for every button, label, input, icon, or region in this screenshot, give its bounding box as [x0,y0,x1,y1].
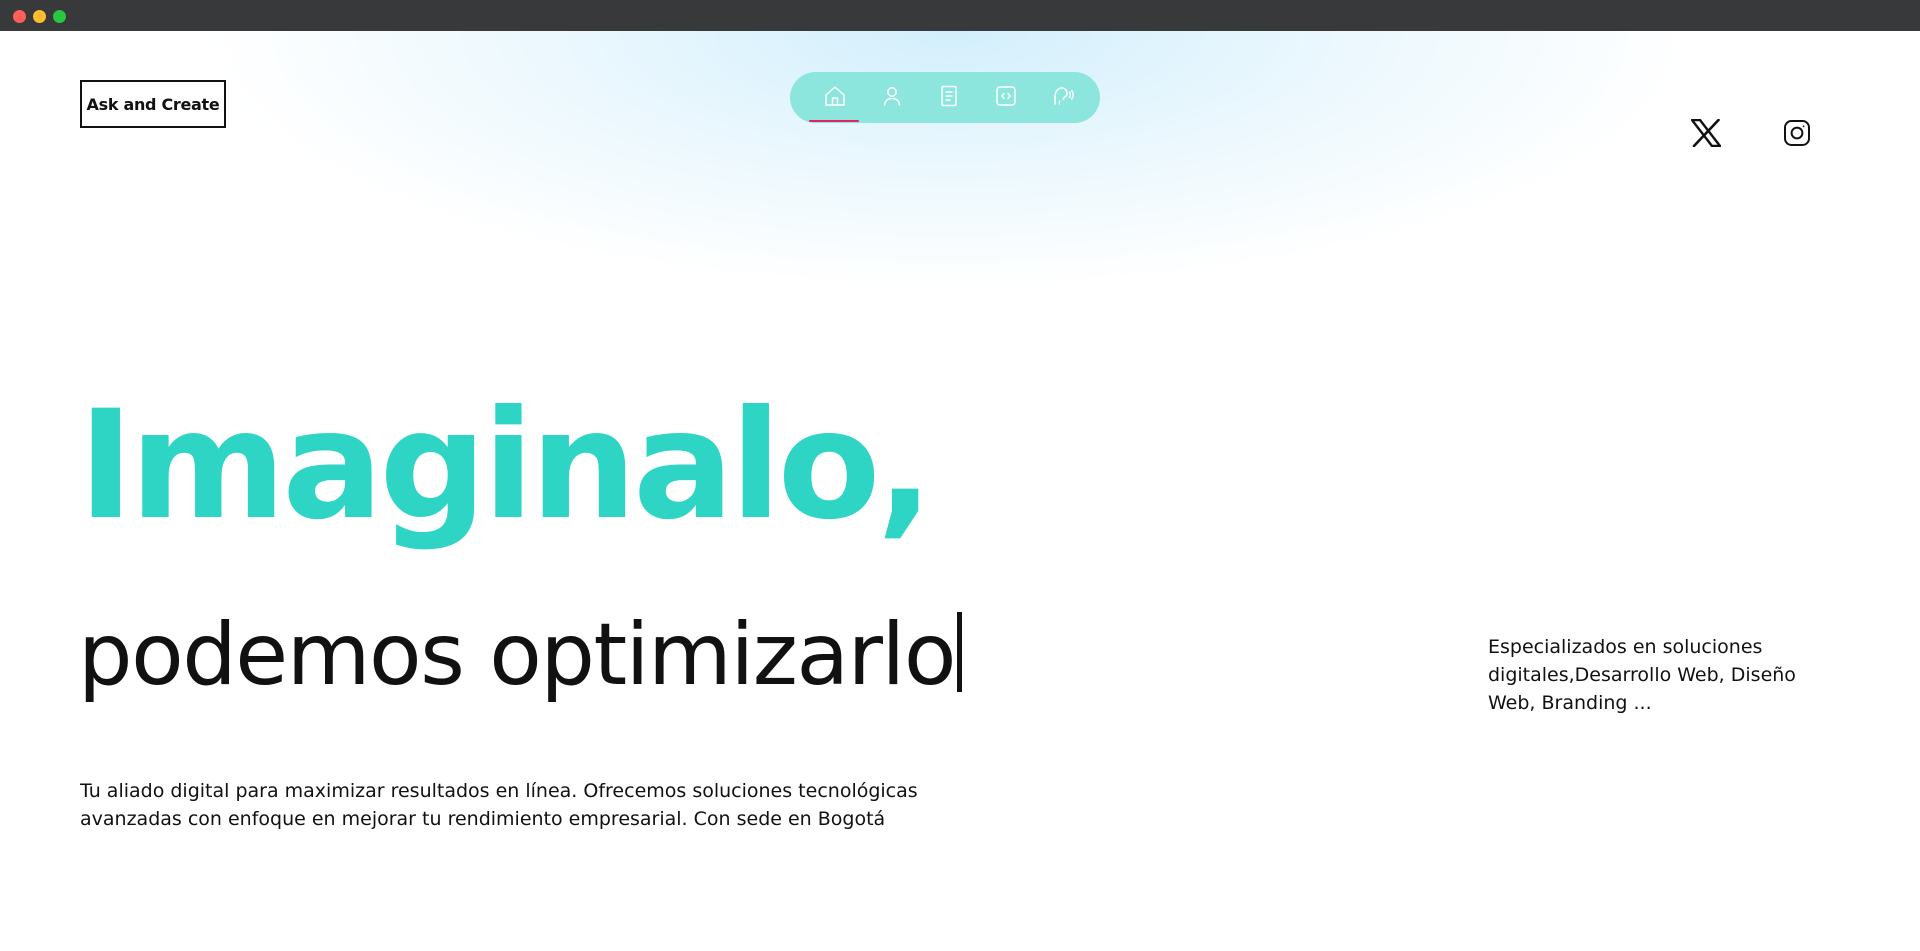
code-icon [994,84,1018,112]
main-nav [790,72,1100,123]
nav-about[interactable] [872,78,912,118]
nav-home[interactable] [809,78,859,122]
hero-description: Tu aliado digital para maximizar resulta… [80,780,918,830]
instagram-icon [1783,119,1811,151]
brand-button[interactable]: Ask and Create [80,80,226,128]
window-titlebar [0,0,1920,31]
document-icon [937,84,961,112]
home-icon [823,84,847,112]
x-twitter-link[interactable] [1689,118,1723,152]
nav-contact[interactable] [1043,78,1083,118]
x-twitter-icon [1690,118,1722,151]
nav-projects[interactable] [986,78,1026,118]
hero-subtitle-text: podemos optimizarlo [78,605,956,705]
typing-cursor [956,612,962,692]
nav-blog[interactable] [929,78,969,118]
hero-title: Imaginalo, [78,379,934,553]
page: Ask and Create Imaginalo, podemos optimi… [0,31,1920,951]
voice-icon [1051,84,1075,112]
minimize-window-button[interactable] [33,10,46,23]
services-summary: Especializados en soluciones digitales,D… [1488,636,1796,714]
close-window-button[interactable] [13,10,26,23]
instagram-link[interactable] [1780,118,1814,152]
maximize-window-button[interactable] [53,10,66,23]
background-glow [200,31,1700,291]
hero-subtitle: podemos optimizarlo [78,612,962,698]
user-icon [880,84,904,112]
